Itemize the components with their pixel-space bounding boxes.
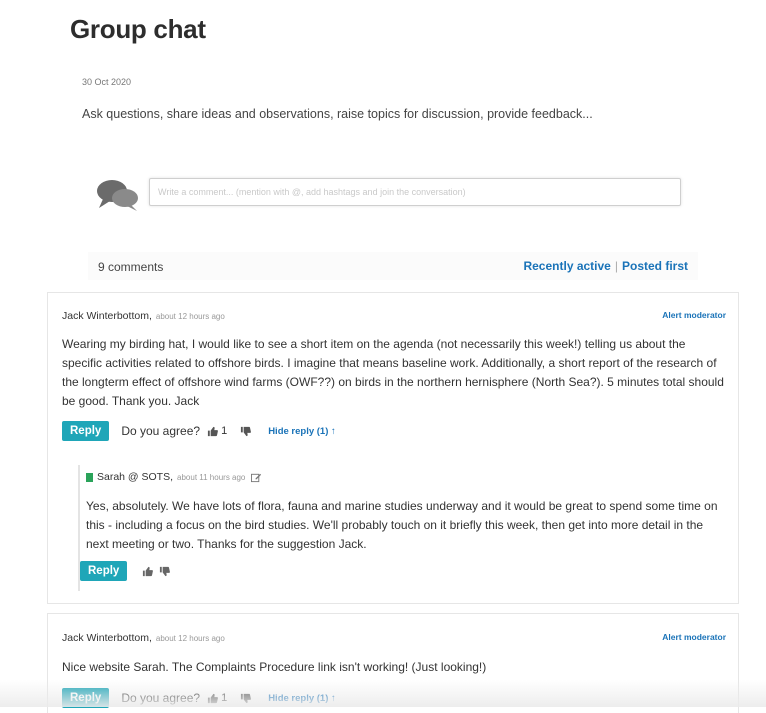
reply-button[interactable]: Reply: [62, 688, 110, 708]
comment-timestamp: about 12 hours ago: [155, 312, 225, 321]
comments-toolbar: 9 comments Recently active | Posted first: [88, 252, 698, 280]
hide-reply-link[interactable]: Hide reply (1) ↑: [268, 426, 336, 437]
sort-separator: |: [614, 259, 618, 273]
thumbs-down-icon[interactable]: [240, 426, 252, 437]
thumbs-up-icon[interactable]: [142, 566, 154, 577]
edit-icon[interactable]: [251, 472, 262, 483]
comment-timestamp: about 12 hours ago: [155, 634, 225, 643]
comment-actions: Reply Do you agree? 1 Hide reply (1) ↑: [62, 687, 336, 709]
sort-posted-first-link[interactable]: Posted first: [622, 259, 688, 273]
comment-card: Jack Winterbottom, about 12 hours ago Ale…: [47, 613, 739, 713]
reply-timestamp: about 11 hours ago: [177, 472, 246, 482]
comment-text: Wearing my birding hat, I would like to …: [62, 337, 724, 408]
chat-bubbles-icon: [97, 180, 138, 211]
flag-icon: [86, 472, 93, 482]
thumbs-down-icon[interactable]: [240, 693, 252, 704]
thumbs-up-icon[interactable]: [207, 426, 218, 437]
reply-thread: Sarah @ SOTS, about 11 hours ago Yes, ab…: [78, 465, 726, 591]
like-count: 1: [221, 692, 228, 704]
reply-author: Sarah @ SOTS,: [97, 471, 174, 483]
agree-prompt: Do you agree?: [121, 691, 201, 705]
like-count: 1: [221, 425, 228, 437]
thumbs-up-icon[interactable]: [207, 693, 218, 704]
comment-author-line: Jack Winterbottom, about 12 hours ago: [62, 632, 225, 644]
reply-author-line: Sarah @ SOTS, about 11 hours ago: [86, 471, 262, 483]
page-description: Ask questions, share ideas and observati…: [82, 107, 593, 121]
thumbs-down-icon[interactable]: [159, 566, 171, 577]
sort-options: Recently active | Posted first: [523, 259, 688, 273]
page-date: 30 Oct 2020: [82, 77, 132, 87]
reply-actions: Reply: [78, 561, 173, 581]
reply-text: Yes, absolutely. We have lots of flora, …: [86, 499, 718, 551]
reply-button[interactable]: Reply: [80, 561, 128, 581]
comment-input[interactable]: [149, 178, 681, 206]
comment-author-line: Jack Winterbottom, about 12 hours ago: [62, 310, 225, 322]
agree-prompt: Do you agree?: [121, 424, 201, 438]
comment-actions: Reply Do you agree? 1 Hide reply (1) ↑: [62, 420, 336, 442]
comment-card: Jack Winterbottom, about 12 hours ago Ale…: [47, 292, 739, 604]
comment-author: Jack Winterbottom,: [62, 310, 152, 322]
sort-recently-active-link[interactable]: Recently active: [523, 259, 610, 273]
alert-moderator-link[interactable]: Alert moderator: [662, 632, 726, 642]
reply-button[interactable]: Reply: [62, 421, 110, 441]
hide-reply-link[interactable]: Hide reply (1) ↑: [268, 693, 336, 704]
comment-composer: [95, 172, 695, 216]
comment-text: Nice website Sarah. The Complaints Proce…: [62, 660, 487, 674]
alert-moderator-link[interactable]: Alert moderator: [662, 310, 726, 320]
comment-author: Jack Winterbottom,: [62, 632, 152, 644]
comment-count: 9 comments: [98, 260, 164, 274]
page-title: Group chat: [70, 14, 206, 44]
